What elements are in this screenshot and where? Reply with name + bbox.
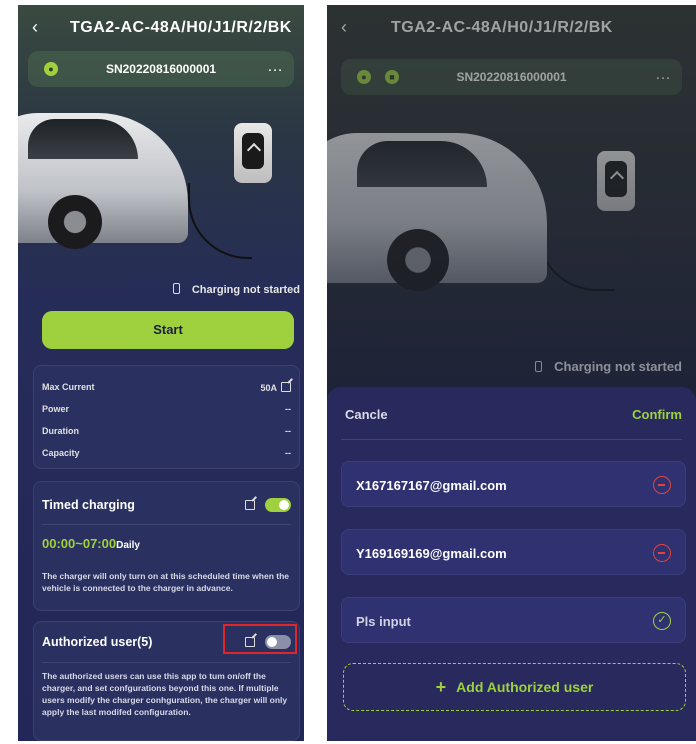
car-charging-illustration: Charging not started <box>18 75 304 296</box>
remove-user-icon[interactable] <box>653 544 671 562</box>
edit-icon[interactable] <box>245 500 255 510</box>
car-image <box>18 113 188 249</box>
car-charging-illustration: Charging not started <box>327 93 696 374</box>
charging-status: Charging not started <box>172 283 300 296</box>
more-icon[interactable]: … <box>655 66 672 84</box>
authorized-user-editor-screen: ‹ TGA2-AC-48A/H0/J1/R/2/BK ● ■ SN2022081… <box>327 5 696 741</box>
metric-row: Capacity -- <box>42 448 291 458</box>
metrics-card: Max Current 50A Power -- Duration -- Capac… <box>33 365 300 469</box>
metric-row: Max Current 50A <box>42 382 291 393</box>
wallbox-image <box>597 151 635 211</box>
edit-icon[interactable] <box>281 382 291 392</box>
plus-icon: + <box>435 677 447 697</box>
serial-number: SN20220816000001 <box>105 62 217 76</box>
highlight-box <box>223 624 297 654</box>
timed-charging-toggle[interactable] <box>265 498 291 512</box>
authorized-user-description: The authorized users can use this app to… <box>42 671 288 717</box>
charging-cable <box>188 183 252 259</box>
authorized-user-card: Authorized user(5) The authorized users … <box>33 621 300 741</box>
authorized-user-title: Authorized user(5) <box>42 635 153 649</box>
timed-charging-title: Timed charging <box>42 498 135 512</box>
battery-icon <box>535 361 543 372</box>
header: ‹ TGA2-AC-48A/H0/J1/R/2/BK <box>18 17 304 41</box>
add-authorized-user-button[interactable]: + Add Authorized user <box>343 663 686 711</box>
timed-charging-card: Timed charging 00:00~07:00Daily The char… <box>33 481 300 611</box>
back-chevron-icon[interactable]: ‹ <box>32 17 38 38</box>
authorized-user-field[interactable]: Y169169169@gmail.com <box>341 529 686 575</box>
metric-row: Power -- <box>42 404 291 414</box>
schedule-time: 00:00~07:00Daily <box>42 536 140 551</box>
charging-cable <box>537 211 615 291</box>
metric-row: Duration -- <box>42 426 291 436</box>
authorized-user-field[interactable]: X167167167@gmail.com <box>341 461 686 507</box>
more-icon[interactable]: … <box>267 58 284 76</box>
car-image <box>327 133 547 291</box>
new-user-input[interactable]: Pls input ✓ <box>341 597 686 643</box>
header: ‹ TGA2-AC-48A/H0/J1/R/2/BK <box>327 17 696 41</box>
battery-icon <box>172 283 180 294</box>
wallbox-image <box>234 123 272 183</box>
page-title: TGA2-AC-48A/H0/J1/R/2/BK <box>70 19 292 36</box>
divider <box>341 439 682 440</box>
confirm-button[interactable]: Confirm <box>632 407 682 422</box>
remove-user-icon[interactable] <box>653 476 671 494</box>
page-title: TGA2-AC-48A/H0/J1/R/2/BK <box>391 19 613 36</box>
back-chevron-icon[interactable]: ‹ <box>341 17 347 38</box>
timed-charging-description: The charger will only turn on at this sc… <box>42 571 290 593</box>
charger-detail-screen: ‹ TGA2-AC-48A/H0/J1/R/2/BK ● SN202208160… <box>18 5 304 741</box>
authorized-user-sheet: Cancle Confirm X167167167@gmail.com Y169… <box>327 387 696 741</box>
cancel-button[interactable]: Cancle <box>345 407 388 422</box>
start-button[interactable]: Start <box>42 311 294 349</box>
confirm-check-icon[interactable]: ✓ <box>653 612 671 630</box>
device-bar: ● ■ SN20220816000001 … <box>341 59 682 95</box>
charging-status: Charging not started <box>535 359 682 374</box>
serial-number: SN20220816000001 <box>456 70 567 84</box>
